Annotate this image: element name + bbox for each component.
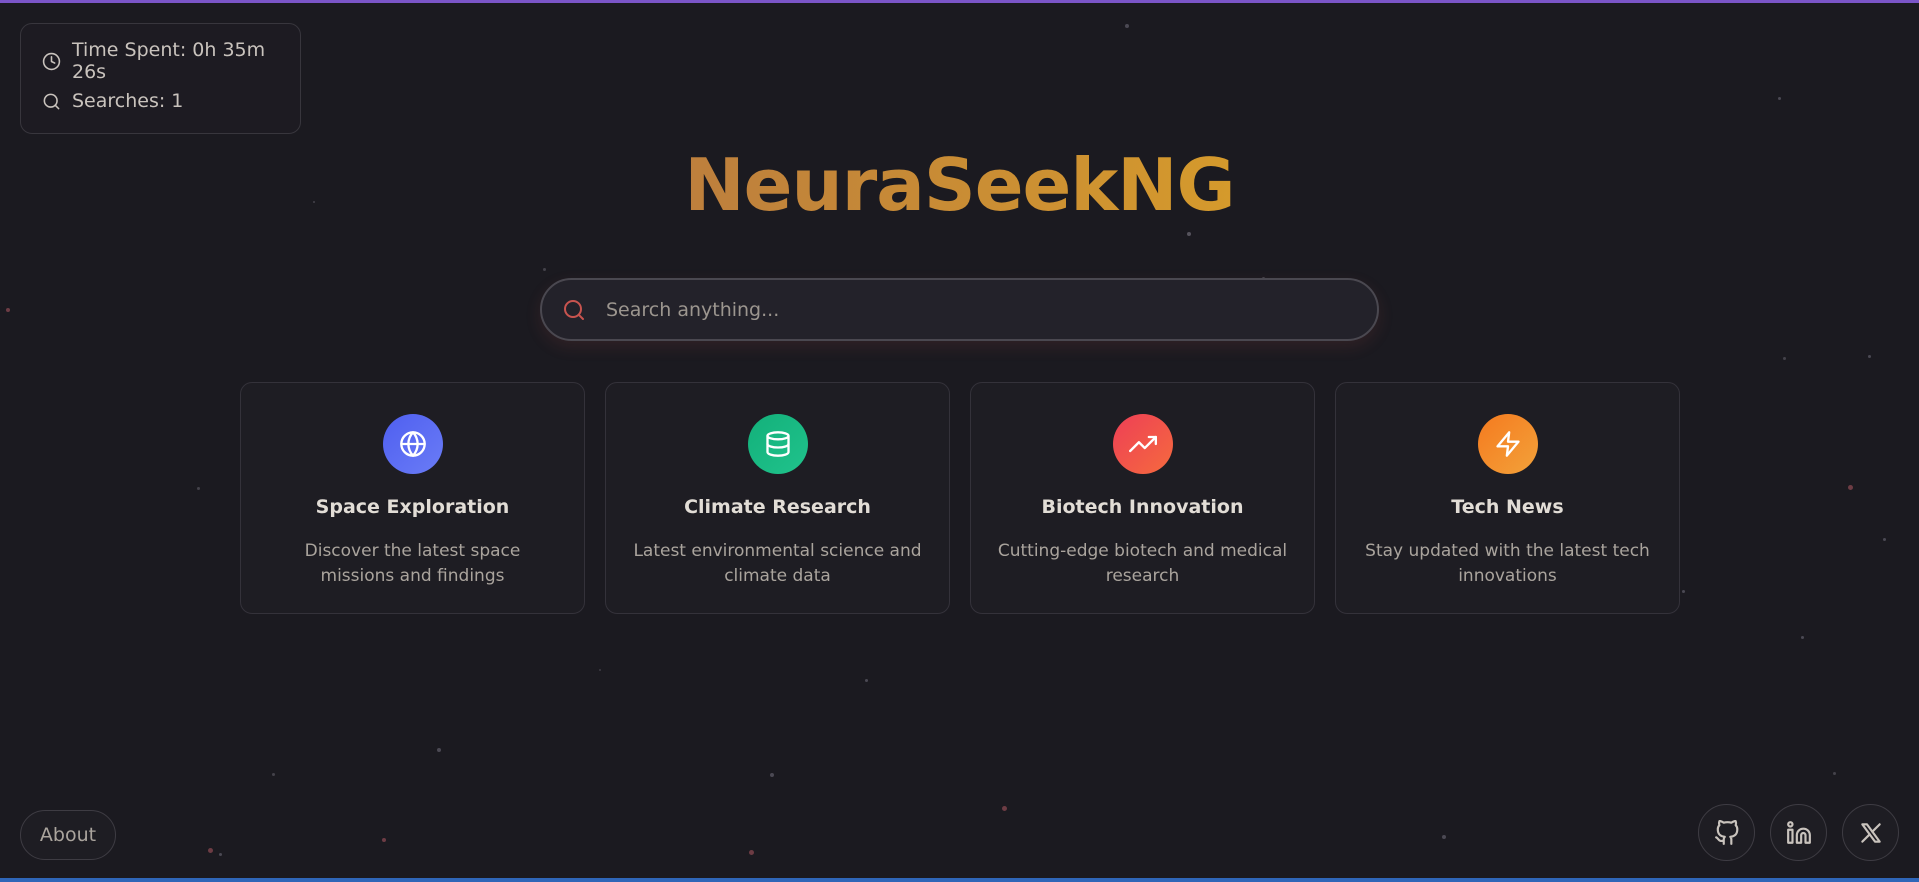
page-title: NeuraSeekNG: [0, 140, 1919, 230]
topic-cards: Space Exploration Discover the latest sp…: [240, 382, 1680, 614]
linkedin-button[interactable]: [1770, 804, 1827, 861]
search-input[interactable]: [604, 297, 1377, 322]
searches-row: Searches: 1: [42, 90, 300, 112]
clock-icon: [42, 52, 61, 70]
searches-count-text: Searches: 1: [72, 90, 184, 112]
top-accent-bar: [0, 0, 1919, 3]
database-icon: [765, 431, 790, 457]
about-button[interactable]: About: [20, 810, 116, 860]
search-icon: [564, 299, 584, 320]
card-description: Stay updated with the latest tech innova…: [1365, 541, 1650, 586]
zap-icon: [1495, 431, 1520, 457]
card-biotech-innovation[interactable]: Biotech Innovation Cutting-edge biotech …: [970, 382, 1315, 614]
card-title: Space Exploration: [315, 496, 510, 518]
page-title-text: NeuraSeekNG: [684, 143, 1235, 227]
stats-panel: Time Spent: 0h 35m 26s Searches: 1: [20, 23, 301, 134]
card-title: Biotech Innovation: [1041, 496, 1244, 518]
time-spent-text: Time Spent: 0h 35m 26s: [72, 39, 266, 83]
card-tech-news[interactable]: Tech News Stay updated with the latest t…: [1335, 382, 1680, 614]
card-icon-badge: [382, 414, 443, 474]
search-bar[interactable]: [540, 278, 1379, 341]
card-space-exploration[interactable]: Space Exploration Discover the latest sp…: [240, 382, 585, 614]
card-description: Latest environmental science and climate…: [633, 541, 922, 586]
bottom-accent-bar: [0, 878, 1919, 882]
card-climate-research[interactable]: Climate Research Latest environmental sc…: [605, 382, 950, 614]
card-description: Discover the latest space missions and f…: [304, 541, 521, 586]
globe-icon: [399, 431, 426, 457]
card-description: Cutting-edge biotech and medical researc…: [997, 541, 1288, 586]
github-icon: [1714, 819, 1738, 845]
trending-up-icon: [1128, 435, 1157, 453]
linkedin-icon: [1786, 820, 1811, 844]
card-icon-badge: [1477, 414, 1538, 474]
x-button[interactable]: [1842, 804, 1899, 861]
card-icon-badge: [1112, 414, 1173, 474]
card-title: Climate Research: [684, 496, 871, 518]
card-icon-badge: [747, 414, 808, 474]
x-icon: [1860, 822, 1881, 843]
github-button[interactable]: [1698, 804, 1755, 861]
card-title: Tech News: [1451, 496, 1564, 518]
search-icon: [43, 93, 60, 109]
time-spent-row: Time Spent: 0h 35m 26s: [42, 39, 300, 83]
